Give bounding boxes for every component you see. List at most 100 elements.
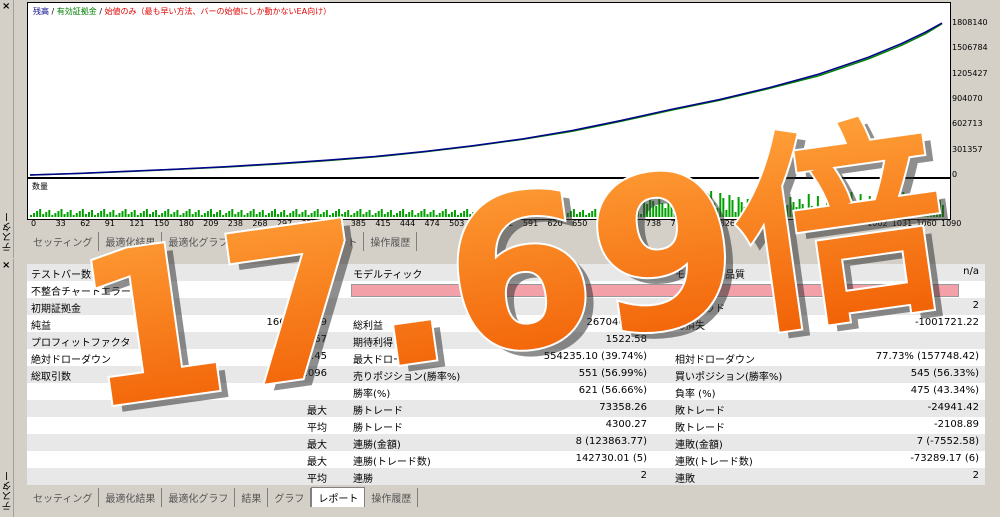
volume-bar: [655, 206, 658, 217]
tab-results[interactable]: 結果: [235, 488, 269, 507]
volume-bar: [72, 215, 75, 217]
volume-bar: [533, 214, 536, 217]
volume-bar: [484, 211, 487, 217]
tab-history[interactable]: 操作履歴: [365, 488, 419, 507]
volume-bar: [585, 215, 588, 217]
tab-opt-graph[interactable]: 最適化グラフ: [162, 232, 236, 251]
report-label: テストバー数: [31, 270, 91, 281]
close-icon[interactable]: ×: [2, 261, 10, 271]
volume-bar: [420, 211, 423, 217]
volume-bar: [539, 210, 542, 217]
report-value: 1522.58: [605, 334, 647, 345]
report-label: 純益: [31, 321, 51, 332]
volume-bar: [267, 213, 270, 217]
volume-bar: [633, 211, 636, 217]
volume-bar: [249, 211, 252, 217]
volume-bar: [801, 204, 804, 217]
x-tick-label: 1031: [891, 219, 913, 228]
tab-settings[interactable]: セッティング: [27, 232, 100, 251]
volume-bar: [694, 199, 697, 217]
volume-bar: [219, 210, 222, 217]
volume-bar: [42, 214, 45, 217]
volume-bar: [725, 210, 728, 217]
report-value: 2.67: [304, 334, 327, 345]
volume-bar: [402, 209, 405, 217]
volume-bar: [365, 212, 368, 217]
y-tick-label: 1808140: [952, 18, 988, 27]
report-value: 1000: [301, 300, 327, 311]
report-value: -1001721.22: [914, 317, 979, 328]
volume-bar: [752, 209, 755, 217]
volume-bar: [646, 204, 649, 217]
x-tick-label: 591: [522, 219, 539, 228]
volume-bar: [472, 212, 475, 217]
x-tick-label: 121: [129, 219, 145, 228]
volume-bar: [377, 211, 380, 217]
x-tick-label: 797: [695, 219, 711, 228]
volume-bar: [688, 202, 691, 217]
report-value: -73289.17 (6): [910, 453, 979, 464]
tab-history[interactable]: 操作履歴: [364, 232, 418, 251]
x-tick-label: 1002: [867, 219, 888, 228]
volume-bar: [414, 215, 417, 217]
volume-bar: [274, 209, 276, 217]
volume-bar: [100, 211, 103, 217]
volume-bar: [347, 210, 350, 217]
report-value: 最大: [307, 406, 327, 417]
tab-results[interactable]: 結果: [235, 232, 269, 251]
volume-bar: [417, 213, 420, 217]
volume-bar: [450, 212, 453, 217]
volume-bar: [505, 211, 508, 217]
volume-bar: [737, 197, 740, 217]
volume-bar: [804, 209, 807, 217]
volume-bar: [270, 211, 273, 217]
tab-opt-graph[interactable]: 最適化グラフ: [162, 488, 236, 507]
volume-bar: [252, 209, 255, 217]
volume-bar: [670, 205, 673, 217]
report-value: 2: [972, 470, 979, 481]
close-icon[interactable]: ×: [2, 2, 10, 12]
volume-bar: [551, 209, 554, 217]
volume-bar: [39, 209, 42, 217]
report-value: 2: [640, 470, 647, 481]
report-value: 平均: [307, 474, 327, 485]
volume-bar: [164, 211, 167, 217]
volume-bar: [734, 212, 737, 217]
volume-bar: [75, 213, 78, 217]
volume-bar: [371, 215, 374, 217]
report-label: プロフィットファクタ: [31, 338, 131, 349]
report-value: 554235.10 (39.74%): [543, 351, 647, 362]
volume-bar: [768, 208, 771, 217]
volume-bar: [673, 210, 676, 217]
tab-opt-results[interactable]: 最適化結果: [99, 232, 163, 251]
x-tick-label: 620: [547, 219, 563, 228]
volume-bar: [130, 212, 133, 217]
report-value: 73358.26: [599, 402, 647, 413]
report-row: 初期証拠金 1000 スプレッド 2: [27, 298, 985, 315]
volume-bar: [929, 198, 932, 217]
volume-bar: [197, 210, 200, 217]
volume-bar: [502, 213, 505, 217]
volume-bar: [289, 213, 292, 217]
volume-bar: [923, 201, 926, 217]
volume-bar: [264, 215, 267, 217]
volume-bar: [884, 215, 886, 217]
volume-bar: [142, 211, 145, 217]
tab-graph[interactable]: グラフ: [268, 232, 312, 251]
volume-bar: [932, 203, 935, 217]
tab-report[interactable]: レポート: [311, 232, 365, 251]
report-label: 不整合チャートエラー: [31, 287, 131, 298]
volume-bar: [298, 214, 301, 217]
volume-bar: [871, 201, 874, 217]
volume-bar: [701, 209, 703, 217]
tab-report[interactable]: レポート: [311, 487, 366, 507]
volume-bar: [862, 206, 865, 217]
tab-settings[interactable]: セッティング: [27, 488, 100, 507]
tab-opt-results[interactable]: 最適化結果: [99, 488, 163, 507]
side-strip: × テスター: [0, 0, 14, 258]
x-tick-label: 885: [768, 219, 785, 228]
volume-bar: [835, 200, 838, 217]
volume-bar: [838, 205, 841, 217]
volume-bar: [478, 215, 481, 217]
tab-graph[interactable]: グラフ: [268, 488, 312, 507]
